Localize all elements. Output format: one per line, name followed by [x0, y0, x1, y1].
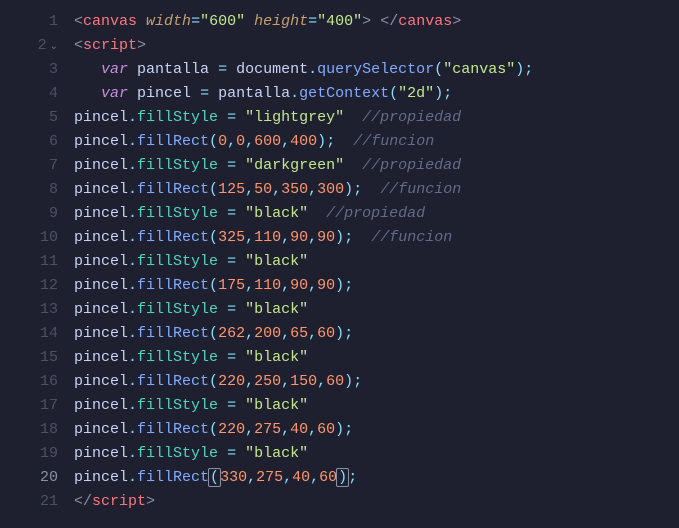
line-number: 17: [0, 394, 58, 418]
line-number: 19: [0, 442, 58, 466]
code-line[interactable]: pincel.fillRect(0,0,600,400); //funcion: [74, 130, 679, 154]
line-number: 9: [0, 202, 58, 226]
code-area[interactable]: <canvas width="600" height="400"> </canv…: [74, 10, 679, 528]
fold-icon[interactable]: ⌄: [47, 42, 58, 53]
code-line[interactable]: pincel.fillRect(220,275,40,60);: [74, 418, 679, 442]
line-number: 6: [0, 130, 58, 154]
line-number: 10: [0, 226, 58, 250]
line-number: 14: [0, 322, 58, 346]
code-line[interactable]: pincel.fillStyle = "lightgrey" //propied…: [74, 106, 679, 130]
code-line[interactable]: pincel.fillRect(220,250,150,60);: [74, 370, 679, 394]
line-number: 21: [0, 490, 58, 514]
code-line[interactable]: <script>: [74, 34, 679, 58]
line-number: 18: [0, 418, 58, 442]
line-number: 3: [0, 58, 58, 82]
code-line[interactable]: pincel.fillStyle = "black": [74, 394, 679, 418]
code-line[interactable]: pincel.fillRect(330,275,40,60);: [74, 466, 679, 490]
code-line[interactable]: pincel.fillStyle = "black": [74, 298, 679, 322]
code-line[interactable]: <canvas width="600" height="400"> </canv…: [74, 10, 679, 34]
code-line[interactable]: pincel.fillStyle = "darkgreen" //propied…: [74, 154, 679, 178]
line-number: 4: [0, 82, 58, 106]
line-number: 2⌄: [0, 34, 58, 58]
line-number: 20: [0, 466, 58, 490]
line-number: 12: [0, 274, 58, 298]
line-number: 11: [0, 250, 58, 274]
line-number: 16: [0, 370, 58, 394]
line-number: 5: [0, 106, 58, 130]
line-number: 13: [0, 298, 58, 322]
code-line[interactable]: </script>: [74, 490, 679, 514]
code-editor[interactable]: 12⌄3456789101112131415161718192021 <canv…: [0, 0, 679, 528]
line-number: 15: [0, 346, 58, 370]
code-line[interactable]: pincel.fillStyle = "black": [74, 346, 679, 370]
code-line[interactable]: var pantalla = document.querySelector("c…: [74, 58, 679, 82]
line-number: 7: [0, 154, 58, 178]
code-line[interactable]: var pincel = pantalla.getContext("2d");: [74, 82, 679, 106]
code-line[interactable]: pincel.fillStyle = "black" //propiedad: [74, 202, 679, 226]
code-line[interactable]: pincel.fillRect(175,110,90,90);: [74, 274, 679, 298]
code-line[interactable]: pincel.fillRect(325,110,90,90); //funcio…: [74, 226, 679, 250]
code-line[interactable]: pincel.fillStyle = "black": [74, 442, 679, 466]
code-line[interactable]: pincel.fillStyle = "black": [74, 250, 679, 274]
line-number-gutter: 12⌄3456789101112131415161718192021: [0, 10, 74, 528]
code-line[interactable]: pincel.fillRect(262,200,65,60);: [74, 322, 679, 346]
line-number: 8: [0, 178, 58, 202]
line-number: 1: [0, 10, 58, 34]
code-line[interactable]: pincel.fillRect(125,50,350,300); //funci…: [74, 178, 679, 202]
